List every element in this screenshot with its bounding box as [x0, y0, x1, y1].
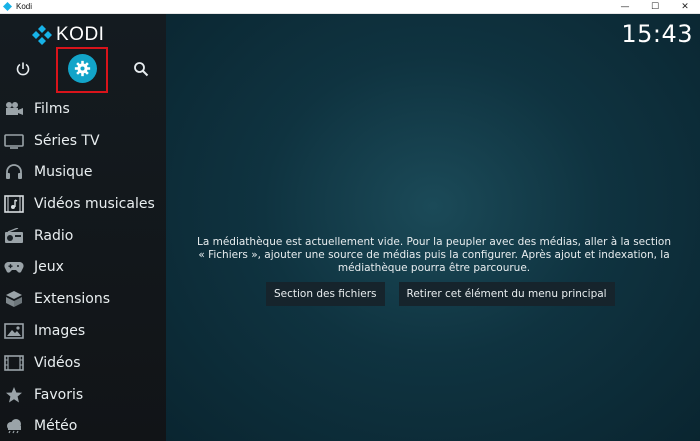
menu-item-favoris[interactable]: Favoris [0, 380, 166, 410]
menu-item-extensions[interactable]: Extensions [0, 284, 166, 314]
filmstrip-icon [3, 353, 24, 374]
search-icon [134, 62, 149, 77]
gamepad-icon [3, 257, 24, 278]
menu-item-images[interactable]: Images [0, 316, 166, 346]
menu-item-jeux[interactable]: Jeux [0, 252, 166, 282]
files-section-button[interactable]: Section des fichiers [266, 282, 385, 306]
gear-icon [74, 60, 91, 77]
kodi-logo-icon [32, 25, 52, 45]
window-controls: — ☐ ✕ [610, 0, 700, 14]
menu-item-videos-musicales[interactable]: Vidéos musicales [0, 189, 166, 219]
kodi-logo-text: KODI [56, 24, 105, 45]
menu-item-label: Vidéos musicales [34, 196, 155, 212]
menu-item-label: Favoris [34, 387, 84, 403]
menu-item-label: Vidéos [34, 355, 81, 371]
power-button[interactable] [13, 59, 33, 79]
menu-item-label: Extensions [34, 291, 111, 307]
menu-item-label: Radio [34, 228, 74, 244]
tv-icon [3, 131, 24, 152]
search-button[interactable] [131, 59, 151, 79]
close-button[interactable]: ✕ [670, 0, 700, 14]
menu-item-videos[interactable]: Vidéos [0, 348, 166, 378]
window-title: Kodi [16, 2, 33, 11]
clock: 15:43 [621, 20, 693, 48]
star-icon [3, 385, 24, 406]
kodi-home: KODI Films Séries TV Musique Vidéos musi… [0, 14, 700, 441]
cloud-icon [3, 416, 24, 437]
menu-item-label: Films [34, 101, 70, 117]
menu-item-label: Séries TV [34, 133, 100, 149]
music-video-icon [3, 194, 24, 215]
image-icon [3, 321, 24, 342]
menu-item-label: Jeux [34, 259, 64, 275]
menu-item-radio[interactable]: Radio [0, 221, 166, 251]
menu-item-label: Images [34, 323, 86, 339]
minimize-button[interactable]: — [610, 0, 640, 14]
menu-item-meteo[interactable]: Météo [0, 411, 166, 441]
main-content: 15:43 La médiathèque est actuellement vi… [166, 14, 700, 441]
maximize-button[interactable]: ☐ [640, 0, 670, 14]
kodi-app-icon [3, 2, 12, 11]
window-titlebar: Kodi — ☐ ✕ [0, 0, 700, 14]
menu-item-musique[interactable]: Musique [0, 157, 166, 187]
box-icon [3, 289, 24, 310]
menu-item-series-tv[interactable]: Séries TV [0, 126, 166, 156]
radio-icon [3, 226, 24, 247]
sidebar: KODI Films Séries TV Musique Vidéos musi… [0, 14, 166, 441]
kodi-logo: KODI [32, 24, 104, 46]
remove-menu-item-button[interactable]: Retirer cet élément du menu principal [398, 282, 615, 306]
menu-item-label: Météo [34, 418, 78, 434]
film-camera-icon [3, 99, 24, 120]
action-buttons: Section des fichiers Retirer cet élément… [266, 282, 615, 306]
empty-library-message: La médiathèque est actuellement vide. Po… [196, 236, 672, 274]
menu-item-label: Musique [34, 164, 93, 180]
power-icon [16, 62, 30, 76]
headphones-icon [3, 162, 24, 183]
settings-button[interactable] [68, 54, 97, 83]
menu-item-films[interactable]: Films [0, 94, 166, 124]
